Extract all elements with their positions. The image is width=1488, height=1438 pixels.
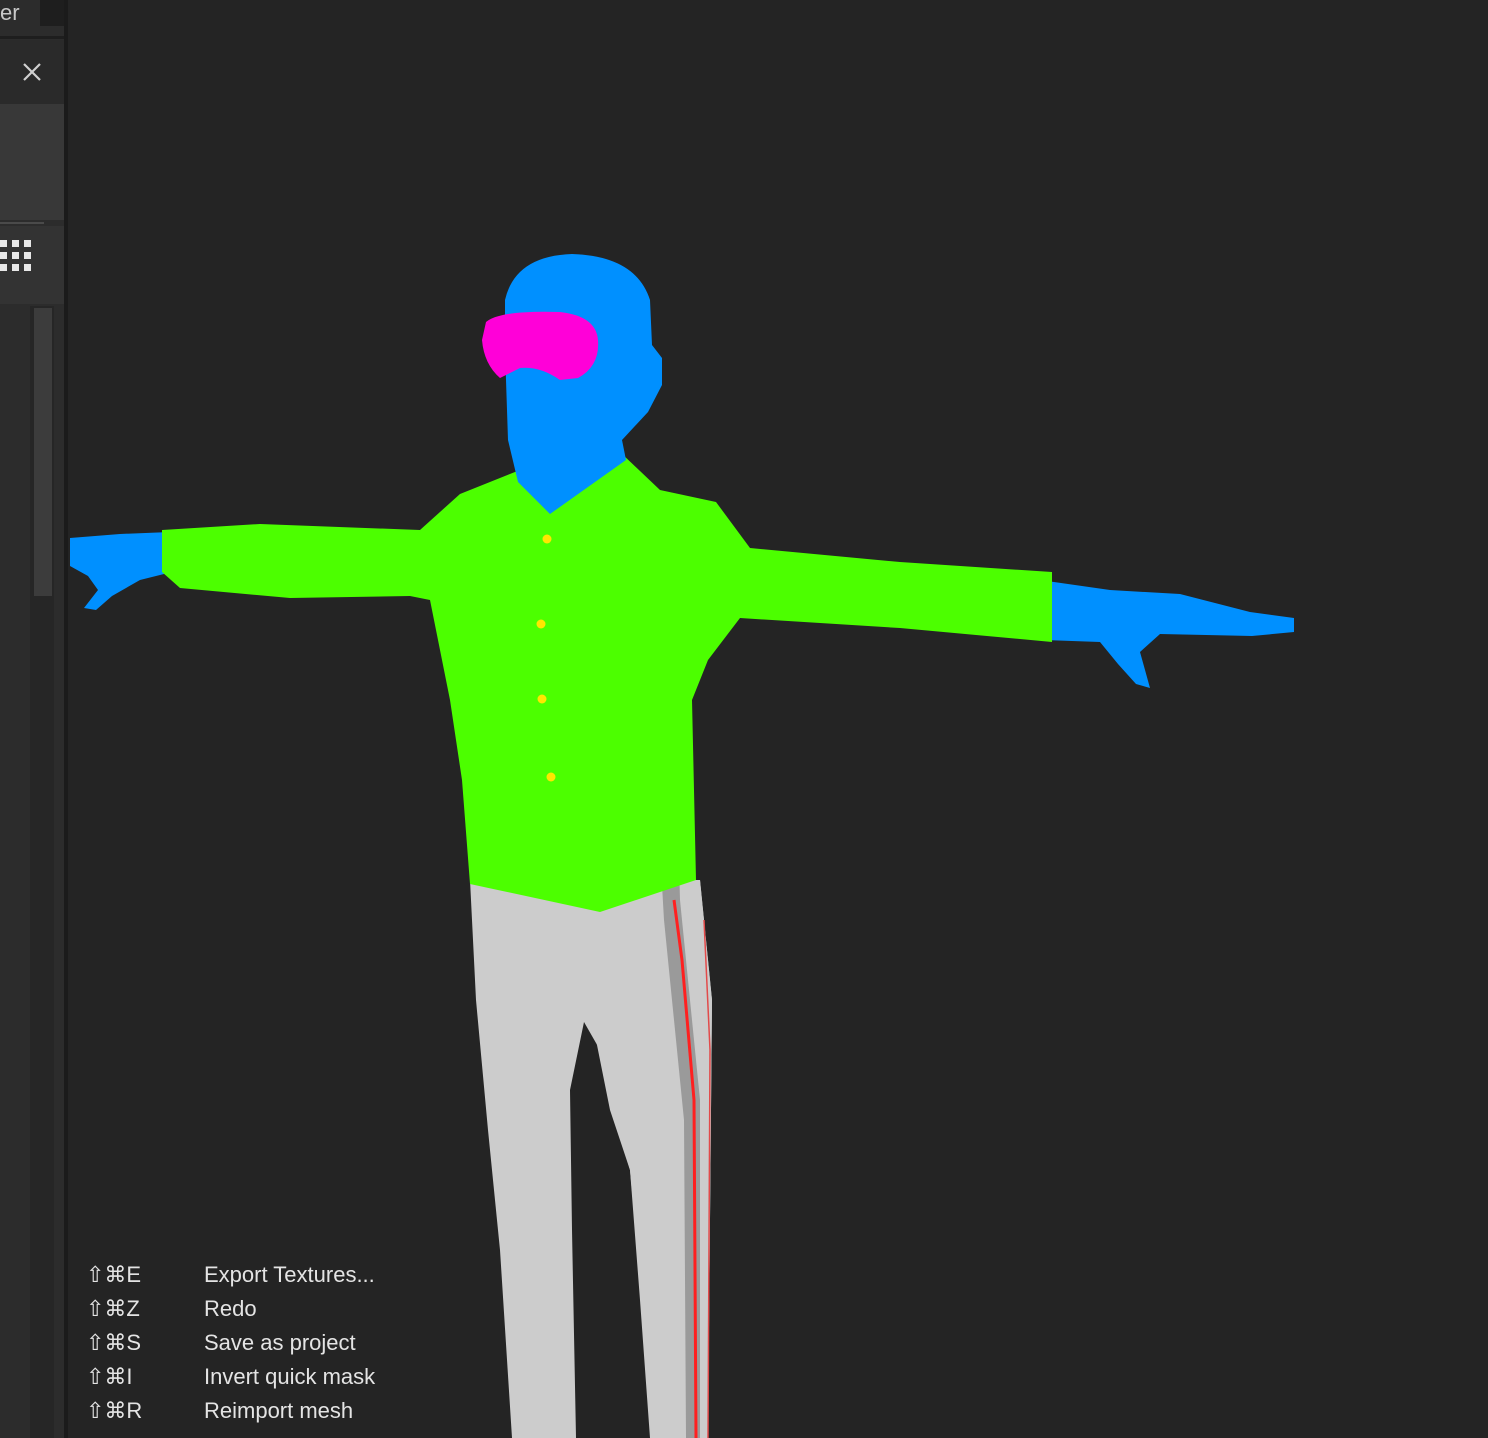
shortcut-keys: ⇧⌘S: [86, 1330, 142, 1355]
shortcut-keys: ⇧⌘I: [86, 1364, 133, 1389]
panel-tab[interactable]: er: [0, 0, 30, 28]
shortcut-label: Save as project: [204, 1330, 356, 1355]
shirt-button: [537, 694, 547, 704]
shirt: [162, 452, 1052, 912]
shortcut-keys: ⇧⌘R: [86, 1398, 143, 1423]
shortcut-hints: ⇧⌘E Export Textures... ⇧⌘Z Redo ⇧⌘S Save…: [86, 1258, 426, 1428]
shortcut-label: Reimport mesh: [204, 1398, 354, 1423]
right-hand: [1040, 580, 1294, 688]
grid-view-button[interactable]: [0, 238, 34, 272]
goggles: [482, 311, 599, 380]
3d-viewport[interactable]: [68, 0, 1488, 1438]
panel-preview: [0, 104, 64, 220]
shortcut-row: ⇧⌘I Invert quick mask: [86, 1360, 426, 1394]
shortcut-row: ⇧⌘S Save as project: [86, 1326, 426, 1360]
shortcut-label: Invert quick mask: [204, 1364, 376, 1389]
shirt-button: [542, 534, 552, 544]
panel-divider: [0, 222, 44, 224]
shirt-button: [546, 772, 556, 782]
close-icon: [23, 63, 41, 81]
shortcut-label: Redo: [204, 1296, 257, 1321]
shortcut-label: Export Textures...: [204, 1262, 375, 1287]
grid-icon: [0, 240, 31, 271]
shortcut-keys: ⇧⌘E: [86, 1262, 142, 1287]
shortcut-row: ⇧⌘E Export Textures...: [86, 1258, 426, 1292]
shirt-button: [536, 619, 546, 629]
character-model: [70, 254, 1294, 1438]
scrollbar-thumb[interactable]: [34, 308, 52, 596]
tab-divider: [0, 36, 64, 39]
shortcut-row: ⇧⌘Z Redo: [86, 1292, 426, 1326]
left-hand: [70, 532, 172, 610]
shortcut-keys: ⇧⌘Z: [86, 1296, 140, 1321]
panel-tab-end: [40, 0, 64, 26]
shortcut-row: ⇧⌘R Reimport mesh: [86, 1394, 426, 1428]
close-button[interactable]: [16, 56, 48, 88]
